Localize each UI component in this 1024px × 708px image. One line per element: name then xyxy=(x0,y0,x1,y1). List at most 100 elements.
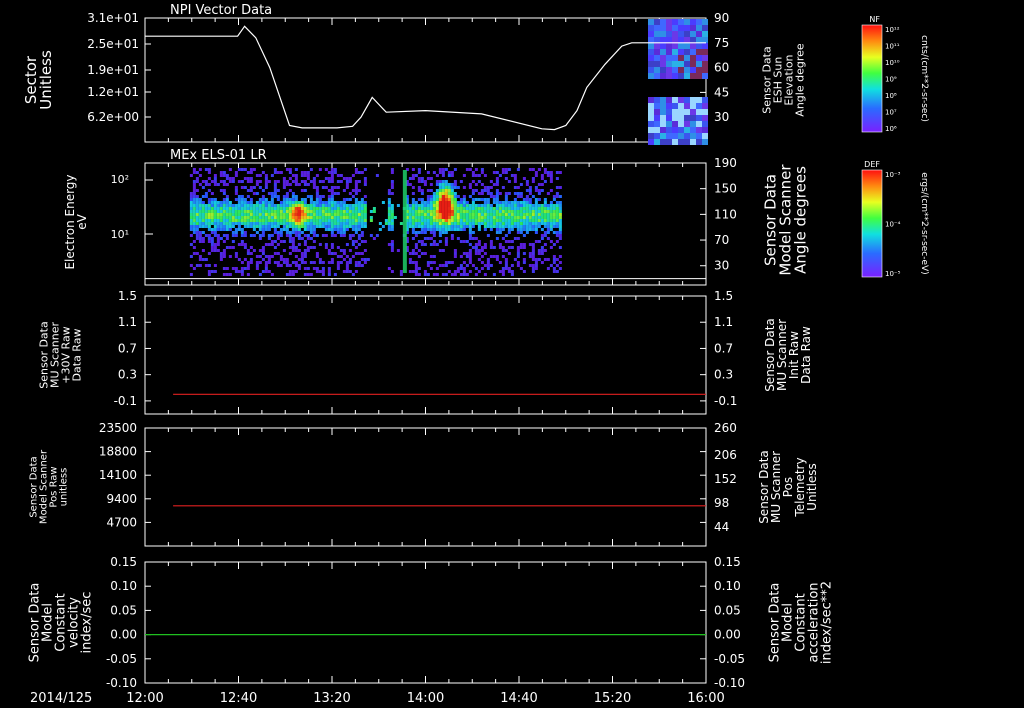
heatmap-cell xyxy=(240,198,244,201)
heatmap-cell xyxy=(375,234,379,237)
heatmap-cell xyxy=(474,216,478,219)
spectrogram-cell xyxy=(690,133,696,139)
heatmap-cell xyxy=(201,210,205,213)
heatmap-cell xyxy=(363,261,367,264)
heatmap-cell xyxy=(516,222,520,225)
heatmap-cell xyxy=(270,225,274,228)
heatmap-cell xyxy=(480,261,484,264)
heatmap-cell xyxy=(477,219,481,222)
heatmap-cell xyxy=(498,213,502,216)
heatmap-cell xyxy=(507,204,511,207)
heatmap-cell xyxy=(435,219,439,222)
heatmap-cell xyxy=(525,195,529,198)
heatmap-cell xyxy=(216,216,220,219)
heatmap-cell xyxy=(198,183,202,186)
heatmap-cell xyxy=(519,204,523,207)
heatmap-cell xyxy=(519,267,523,270)
heatmap-cell xyxy=(462,195,466,198)
heatmap-cell xyxy=(261,201,265,204)
heatmap-cell xyxy=(297,237,301,240)
heatmap-cell xyxy=(495,231,499,234)
heatmap-cell xyxy=(516,207,520,210)
heatmap-cell xyxy=(195,252,199,255)
heatmap-cell xyxy=(324,225,328,228)
spectrogram-cell xyxy=(684,133,690,139)
heatmap-cell xyxy=(459,204,463,207)
heatmap-cell xyxy=(477,243,481,246)
heatmap-cell xyxy=(189,213,193,216)
heatmap-cell xyxy=(426,210,430,213)
heatmap-cell xyxy=(540,183,544,186)
heatmap-cell xyxy=(486,219,490,222)
heatmap-cell xyxy=(537,258,541,261)
heatmap-cell xyxy=(450,186,454,189)
heatmap-cell xyxy=(456,237,460,240)
heatmap-cell xyxy=(483,264,487,267)
heatmap-cell xyxy=(276,171,280,174)
heatmap-cell xyxy=(504,213,508,216)
heatmap-cell xyxy=(444,222,448,225)
heatmap-cell xyxy=(270,243,274,246)
heatmap-cell xyxy=(342,177,346,180)
heatmap-cell xyxy=(363,210,367,213)
panel-5-right-ylabel: Sensor DataModelConstantaccelerationinde… xyxy=(768,581,835,664)
spectrogram-cell xyxy=(696,49,702,55)
heatmap-cell xyxy=(525,231,529,234)
heatmap-cell xyxy=(453,273,457,276)
heatmap-cell xyxy=(552,219,556,222)
heatmap-cell xyxy=(219,225,223,228)
heatmap-cell xyxy=(315,174,319,177)
heatmap-cell xyxy=(270,222,274,225)
heatmap-cell xyxy=(498,210,502,213)
heatmap-cell xyxy=(339,261,343,264)
heatmap-cell xyxy=(444,198,448,201)
heatmap-cell xyxy=(297,231,301,234)
heatmap-cell xyxy=(549,228,553,231)
heatmap-cell xyxy=(540,210,544,213)
heatmap-cell xyxy=(474,219,478,222)
heatmap-cell xyxy=(267,225,271,228)
heatmap-cell xyxy=(303,210,307,213)
heatmap-cell xyxy=(453,255,457,258)
heatmap-cell xyxy=(357,243,361,246)
heatmap-cell xyxy=(225,225,229,228)
heatmap-cell xyxy=(258,273,262,276)
heatmap-cell xyxy=(189,234,193,237)
heatmap-cell xyxy=(327,207,331,210)
heatmap-cell xyxy=(507,246,511,249)
heatmap-cell xyxy=(213,177,217,180)
heatmap-cell xyxy=(261,270,265,273)
heatmap-cell xyxy=(447,201,451,204)
heatmap-cell xyxy=(537,219,541,222)
heatmap-cell xyxy=(279,228,283,231)
heatmap-cell xyxy=(222,267,226,270)
spectrogram-cell xyxy=(684,43,690,49)
colorbar-1-tick: 10⁷ xyxy=(885,109,897,117)
heatmap-cell xyxy=(348,225,352,228)
heatmap-cell xyxy=(336,207,340,210)
heatmap-cell xyxy=(231,210,235,213)
heatmap-cell xyxy=(300,261,304,264)
heatmap-cell xyxy=(429,210,433,213)
heatmap-cell xyxy=(309,273,313,276)
heatmap-cell xyxy=(354,189,358,192)
heatmap-cell xyxy=(267,210,271,213)
heatmap-cell xyxy=(552,195,556,198)
heatmap-cell xyxy=(252,186,256,189)
spectrogram-cell xyxy=(660,97,666,103)
heatmap-cell xyxy=(456,195,460,198)
heatmap-cell xyxy=(387,201,391,204)
heatmap-cell xyxy=(210,213,214,216)
heatmap-cell xyxy=(231,219,235,222)
heatmap-cell xyxy=(348,234,352,237)
heatmap-cell xyxy=(534,231,538,234)
heatmap-cell xyxy=(486,198,490,201)
heatmap-cell xyxy=(468,258,472,261)
heatmap-cell xyxy=(426,264,430,267)
heatmap-cell xyxy=(537,213,541,216)
heatmap-cell xyxy=(522,225,526,228)
heatmap-cell xyxy=(207,234,211,237)
heatmap-cell xyxy=(540,219,544,222)
heatmap-cell xyxy=(504,171,508,174)
heatmap-cell xyxy=(363,204,367,207)
